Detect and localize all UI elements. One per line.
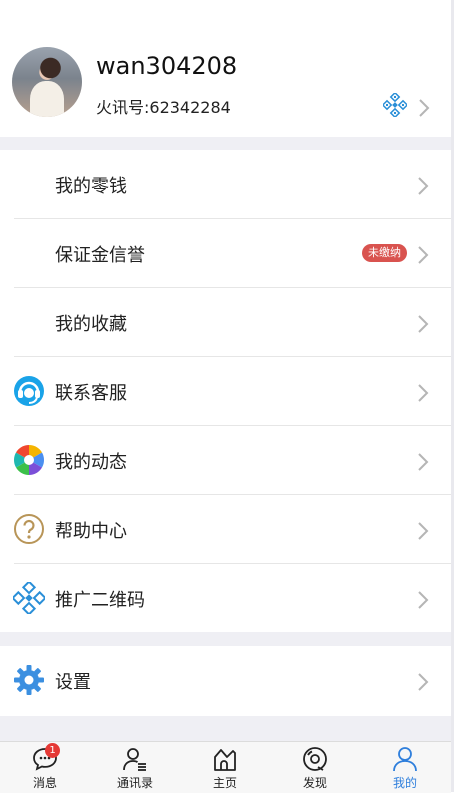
menu-item-wallet[interactable]: 我的零钱 — [0, 150, 451, 219]
menu-item-label: 我的动态 — [55, 452, 127, 473]
section-divider — [0, 137, 451, 150]
home-icon — [214, 749, 236, 771]
section-divider — [0, 716, 451, 741]
menu-item-settings[interactable]: 设置 — [0, 646, 451, 716]
tab-label: 发现 — [302, 776, 327, 790]
fire-id: 火讯号:62342284 — [96, 98, 231, 117]
menu-item-favorites[interactable]: 我的收藏 — [0, 288, 451, 357]
gear-icon — [14, 665, 44, 695]
menu-item-label: 我的零钱 — [55, 176, 127, 197]
bottom-tab-bar: 1 消息 通讯录 主页 发现 我的 — [0, 741, 451, 793]
menu-item-label: 保证金信誉 — [55, 245, 145, 266]
headset-icon — [14, 376, 44, 406]
chevron-right-icon — [418, 453, 429, 471]
question-circle-icon — [14, 514, 44, 544]
tab-contacts[interactable]: 通讯录 — [90, 742, 180, 793]
discover-icon — [303, 747, 327, 771]
menu-item-label: 我的收藏 — [55, 314, 127, 335]
username: wan304208 — [96, 52, 238, 80]
chevron-right-icon — [418, 522, 429, 540]
section-divider — [0, 632, 451, 646]
tab-label: 消息 — [32, 776, 57, 790]
tab-discover[interactable]: 发现 — [270, 742, 360, 793]
tab-label: 通讯录 — [116, 776, 153, 790]
status-badge: 未缴纳 — [362, 244, 407, 262]
tab-label: 我的 — [392, 776, 417, 790]
chevron-right-icon — [418, 384, 429, 402]
avatar[interactable] — [12, 47, 82, 117]
aperture-icon — [13, 445, 45, 475]
menu-item-label: 设置 — [55, 672, 91, 693]
tab-messages[interactable]: 1 消息 — [0, 742, 90, 793]
menu-item-label: 联系客服 — [55, 383, 127, 404]
chevron-right-icon — [418, 315, 429, 333]
menu-item-label: 帮助中心 — [55, 521, 127, 542]
qr-code-icon[interactable] — [383, 93, 407, 117]
menu-item-help-center[interactable]: 帮助中心 — [0, 495, 451, 564]
chevron-right-icon — [418, 673, 429, 691]
person-icon — [393, 747, 417, 772]
menu-item-label: 推广二维码 — [55, 590, 145, 611]
chevron-right-icon — [418, 177, 429, 195]
profile-header[interactable]: wan304208 火讯号:62342284 — [0, 0, 451, 137]
unread-badge: 1 — [45, 743, 60, 758]
tab-label: 主页 — [212, 776, 237, 790]
contacts-icon — [123, 748, 146, 771]
chevron-right-icon — [419, 99, 430, 117]
menu-item-promo-qr[interactable]: 推广二维码 — [0, 564, 451, 633]
tab-home[interactable]: 主页 — [180, 742, 270, 793]
menu-item-moments[interactable]: 我的动态 — [0, 426, 451, 495]
tab-me[interactable]: 我的 — [360, 742, 450, 793]
qr-code-icon — [13, 582, 45, 614]
chevron-right-icon — [418, 246, 429, 264]
chevron-right-icon — [418, 591, 429, 609]
menu-item-customer-service[interactable]: 联系客服 — [0, 357, 451, 426]
